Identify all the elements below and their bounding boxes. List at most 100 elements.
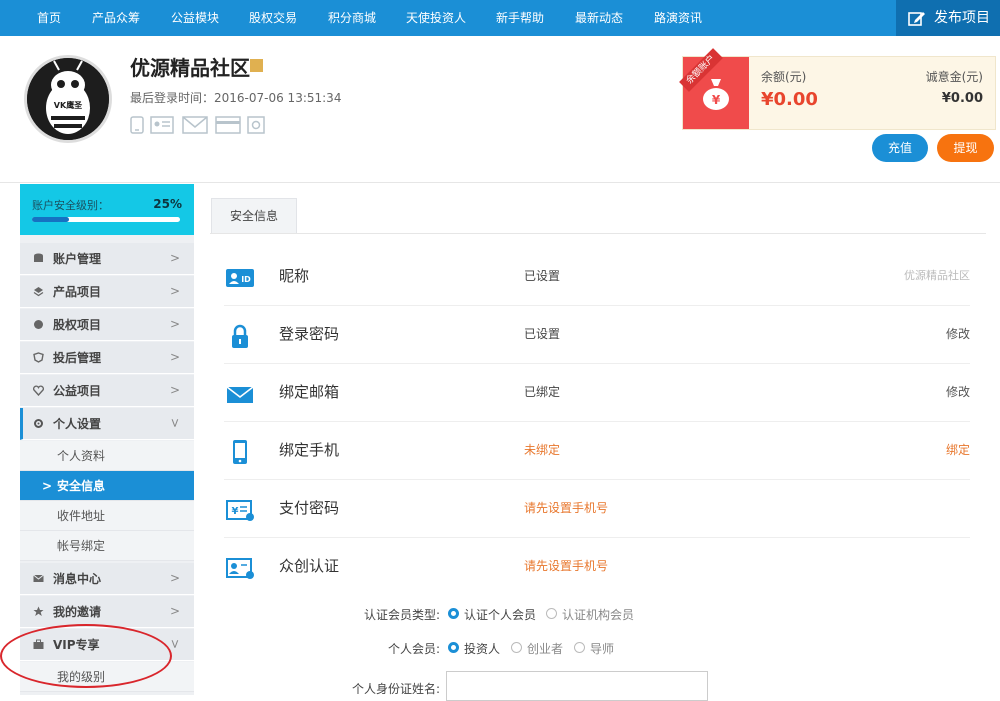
set-phone-first-link[interactable]: 请先设置手机号 [524,538,608,594]
chevron-right-icon: > [169,251,180,265]
nav-angel-investor[interactable]: 天使投资人 [406,0,466,36]
nav-charity[interactable]: 公益模块 [171,0,219,36]
sidebar-subitem-label: 收件地址 [57,509,106,523]
phone-verify-icon[interactable] [130,116,144,134]
security-level-label: 账户安全级别： [32,199,109,212]
bind-phone-link[interactable]: 绑定 [946,422,970,478]
heart-icon [33,385,44,396]
chevron-right-icon: > [169,571,180,585]
modify-email-link[interactable]: 修改 [946,364,970,420]
edit-icon [908,12,925,26]
tab-underline [210,233,986,234]
nav-roadshow[interactable]: 路演资讯 [654,0,702,36]
sidebar-item-label: 个人设置 [53,417,102,431]
chevron-right-icon: > [42,479,53,493]
security-row-status: 已设置 [524,327,561,341]
security-row-status: 已绑定 [524,385,561,399]
radio-mentor-label: 导师 [590,642,615,656]
bank-card-verify-icon[interactable] [215,116,241,134]
email-verify-icon[interactable] [182,116,208,134]
security-row-title: 绑定手机 [279,441,340,459]
personal-member-label: 个人会员: [387,642,440,656]
sidebar-item-personal-settings[interactable]: 个人设置 > [20,408,194,440]
publish-project-label: 发布项目 [934,10,990,26]
security-row-title: 绑定邮箱 [279,383,340,401]
nav-points-mall[interactable]: 积分商城 [328,0,376,36]
wallet-panel: ¥ 余额账户 余额(元) ¥0.00 诚意金(元) ¥0.00 [679,48,996,130]
withdraw-button[interactable]: 提现 [937,134,994,162]
balance-value: ¥0.00 [761,89,818,110]
radio-entrepreneur-label: 创业者 [527,642,564,656]
security-level-box: 账户安全级别： 25% [20,184,194,235]
security-row-phone: 绑定手机 未绑定 绑定 [224,422,970,480]
envelope-icon [33,574,44,582]
sidebar-item-equity[interactable]: 股权项目 > [20,309,194,341]
recharge-button[interactable]: 充值 [872,134,928,162]
sidebar-item-post-investment[interactable]: 投后管理 > [20,342,194,374]
modify-password-link[interactable]: 修改 [946,306,970,362]
nav-home[interactable]: 首页 [37,0,61,36]
svg-text:¥: ¥ [712,93,721,107]
company-name: 优源精品社区 [130,56,250,80]
sidebar-subitem-label: 安全信息 [57,479,106,493]
nav-news[interactable]: 最新动态 [575,0,623,36]
vip-badge-icon [250,59,263,72]
security-row-nickname: ID 昵称 已设置 优源精品社区 [224,248,970,306]
tab-security-info[interactable]: 安全信息 [211,198,297,233]
chevron-right-icon: > [169,383,180,397]
security-level-fill [32,217,69,222]
id-name-input[interactable] [446,671,708,701]
id-name-label: 个人身份证姓名: [351,682,440,696]
radio-individual-member[interactable] [448,608,459,619]
radio-institution-member[interactable] [546,608,557,619]
publish-project-button[interactable]: 发布项目 [896,0,1000,36]
balance-label: 余额(元) [761,70,807,84]
avatar [24,55,112,143]
sidebar-item-label: 产品项目 [53,285,102,299]
bee-logo-icon [27,58,109,140]
radio-institution-member-label: 认证机构会员 [562,608,635,622]
annotation-highlight-circle [0,624,172,688]
security-row-title: 登录密码 [279,325,340,343]
deposit-label: 诚意金(元) [925,70,983,84]
payment-password-icon: ¥ [226,500,254,521]
deposit-value: ¥0.00 [941,91,983,106]
sidebar-subitem-profile[interactable]: 个人资料 [20,441,194,471]
security-level-percent: 25% [153,197,182,211]
id-card-verify-icon[interactable] [150,116,174,134]
layers-icon [33,287,44,297]
sidebar-subitem-address[interactable]: 收件地址 [20,501,194,531]
chevron-right-icon: > [169,284,180,298]
radio-mentor[interactable] [574,642,585,653]
sidebar-item-account[interactable]: 账户管理 > [20,243,194,275]
header-divider [0,182,1000,183]
radio-investor-label: 投资人 [464,642,501,656]
sidebar-subitem-security-info[interactable]: > 安全信息 [20,471,194,501]
svg-text:ID: ID [241,275,251,284]
money-bag-icon: ¥ [703,79,729,110]
top-nav: 首页 产品众筹 公益模块 股权交易 积分商城 天使投资人 新手帮助 最新动态 路… [0,0,1000,36]
sidebar-item-label: 投后管理 [53,351,102,365]
sidebar-item-messages[interactable]: 消息中心 > [20,563,194,595]
settings-verify-icon[interactable] [247,116,265,134]
radio-investor[interactable] [448,642,459,653]
sidebar-item-charity[interactable]: 公益项目 > [20,375,194,407]
security-row-status: 已设置 [524,269,561,283]
security-row-title: 昵称 [279,267,310,285]
sidebar-item-label: 账户管理 [53,252,102,266]
security-row-email: 绑定邮箱 已绑定 修改 [224,364,970,422]
nav-equity[interactable]: 股权交易 [249,0,297,36]
radio-entrepreneur[interactable] [511,642,522,653]
sidebar-subitem-account-binding[interactable]: 帐号绑定 [20,531,194,561]
security-level-bar [32,217,180,222]
security-row-value: 优源精品社区 [904,269,970,282]
nav-help[interactable]: 新手帮助 [496,0,544,36]
sidebar-item-invitations[interactable]: 我的邀请 > [20,596,194,628]
sidebar-item-products[interactable]: 产品项目 > [20,276,194,308]
sidebar-item-label: 消息中心 [53,572,102,586]
nav-crowdfunding[interactable]: 产品众筹 [92,0,140,36]
sidebar-subitem-label: 个人资料 [57,449,106,463]
security-row-certification: 众创认证 请先设置手机号 [224,538,970,596]
pie-chart-icon [34,320,43,329]
set-phone-first-link[interactable]: 请先设置手机号 [524,480,608,536]
